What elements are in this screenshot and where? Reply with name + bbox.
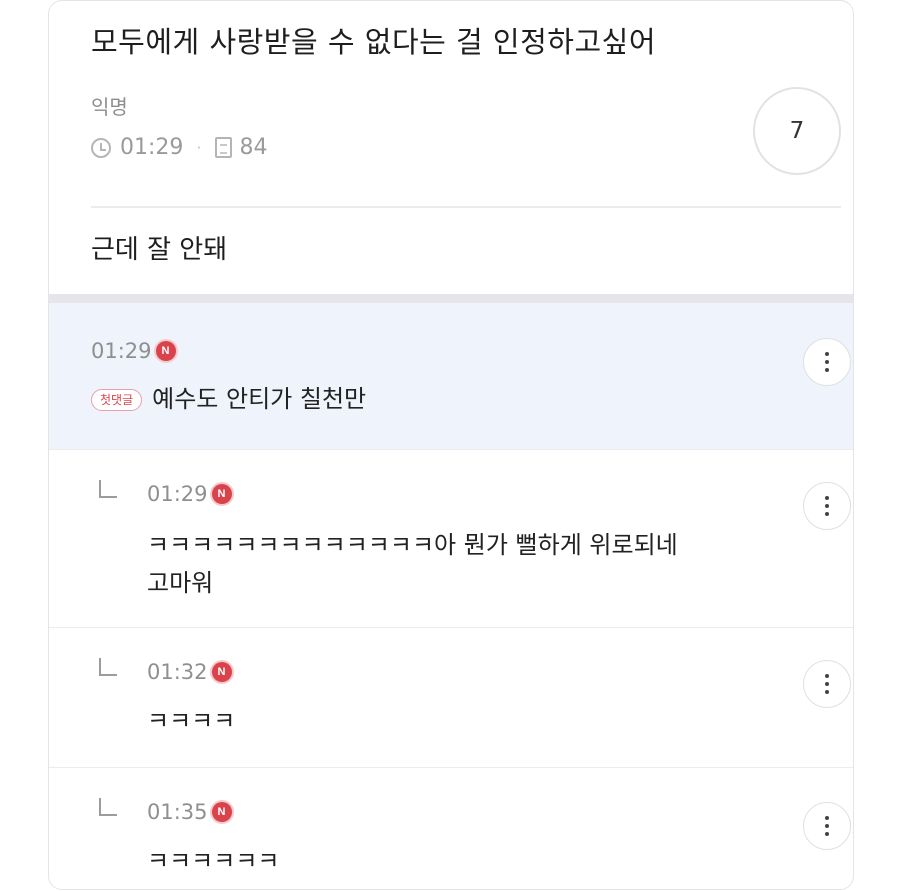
comment-text: ㅋㅋㅋㅋㅋㅋ: [147, 847, 280, 875]
comment-text: ㅋㅋㅋㅋㅋㅋㅋㅋㅋㅋㅋㅋㅋ아 뭔가 뻘하게 위로되네 고마워: [147, 526, 678, 602]
comment-meta: 01:29 N: [147, 482, 232, 506]
comment-time: 01:29: [147, 482, 208, 506]
new-badge-icon: N: [211, 662, 232, 682]
reply-arrow-icon: [99, 658, 117, 676]
comment-count-button[interactable]: 7: [753, 87, 841, 175]
comment-time: 01:32: [147, 660, 208, 684]
comment-line: ㅋㅋㅋㅋㅋㅋㅋㅋㅋㅋㅋㅋㅋ아 뭔가 뻘하게 위로되네: [147, 531, 678, 559]
post-card: 모두에게 사랑받을 수 없다는 걸 인정하고싶어 익명 01:29 · 84 7…: [48, 0, 854, 890]
divider: [91, 206, 841, 208]
document-icon: [214, 137, 232, 158]
meta-separator: ·: [196, 138, 202, 157]
comment-time: 01:29: [91, 339, 152, 363]
reply-arrow-icon: [99, 798, 117, 816]
more-options-icon[interactable]: [803, 482, 851, 530]
post-time: 01:29: [120, 135, 184, 160]
post-title: 모두에게 사랑받을 수 없다는 걸 인정하고싶어: [91, 25, 657, 59]
more-options-icon[interactable]: [803, 802, 851, 850]
more-options-icon[interactable]: [803, 338, 851, 386]
comment-meta: 01:35 N: [147, 800, 232, 824]
reply-item: 01:35 N ㅋㅋㅋㅋㅋㅋ: [49, 767, 853, 889]
reply-arrow-icon: [99, 480, 117, 498]
new-badge-icon: N: [211, 802, 232, 822]
comment-meta: 01:29 N: [91, 339, 176, 363]
comment-text: 첫댓글 예수도 안티가 칠천만: [91, 380, 366, 418]
comment-text: ㅋㅋㅋㅋ: [147, 707, 236, 735]
comment-item: 01:29 N 첫댓글 예수도 안티가 칠천만: [49, 303, 853, 449]
reply-item: 01:32 N ㅋㅋㅋㅋ: [49, 627, 853, 768]
view-count: 84: [239, 135, 268, 160]
new-badge-icon: N: [155, 341, 176, 361]
comment-meta: 01:32 N: [147, 660, 232, 684]
more-options-icon[interactable]: [803, 660, 851, 708]
comment-line: 고마워: [147, 569, 214, 597]
clock-icon: [91, 137, 111, 158]
comment-time: 01:35: [147, 800, 208, 824]
comment-body: 예수도 안티가 칠천만: [152, 385, 367, 413]
author-name: 익명: [91, 95, 128, 119]
new-badge-icon: N: [211, 484, 232, 504]
post-meta: 01:29 · 84: [91, 135, 268, 160]
first-comment-tag: 첫댓글: [91, 389, 143, 411]
post-body: 근데 잘 안돼: [91, 235, 228, 265]
section-divider: [49, 294, 853, 303]
reply-item: 01:29 N ㅋㅋㅋㅋㅋㅋㅋㅋㅋㅋㅋㅋㅋ아 뭔가 뻘하게 위로되네 고마워: [49, 449, 853, 628]
